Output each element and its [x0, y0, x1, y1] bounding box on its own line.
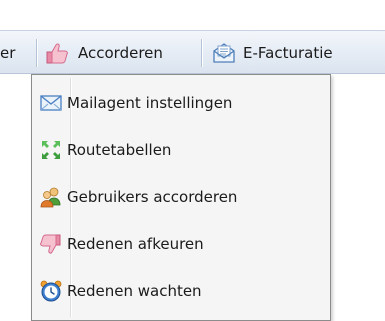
users-icon — [40, 187, 61, 208]
envelope-icon — [40, 95, 62, 111]
thumbs-down-icon — [40, 234, 61, 254]
menu-item-mailagent-instellingen[interactable]: Mailagent instellingen — [36, 84, 326, 122]
accorderen-label: Accorderen — [78, 44, 163, 62]
toolbar-separator — [201, 39, 202, 67]
accorderen-dropdown-menu: Mailagent instellingen Routetabellen Geb… — [31, 74, 331, 321]
efacturatie-button[interactable]: E-Facturatie — [205, 37, 380, 69]
arrows-expand-icon — [42, 141, 60, 159]
toolbar-button-partial[interactable]: er — [0, 37, 30, 69]
envelope-document-icon — [213, 43, 235, 63]
menu-item-gebruikers-accorderen[interactable]: Gebruikers accorderen — [36, 178, 326, 216]
menu-item-label: Routetabellen — [67, 141, 172, 159]
menu-item-redenen-wachten[interactable]: Redenen wachten — [36, 272, 326, 310]
window-top-area — [0, 0, 385, 30]
efacturatie-label: E-Facturatie — [243, 44, 333, 62]
toolbar-button-partial-label: er — [0, 44, 16, 62]
menu-item-routetabellen[interactable]: Routetabellen — [36, 131, 326, 169]
menu-item-label: Mailagent instellingen — [67, 94, 233, 112]
menu-item-label: Gebruikers accorderen — [67, 188, 238, 206]
toolbar-separator — [36, 39, 37, 67]
menu-item-label: Redenen wachten — [67, 282, 202, 300]
thumbs-up-icon — [46, 43, 68, 64]
menu-item-redenen-afkeuren[interactable]: Redenen afkeuren — [36, 225, 326, 263]
accorderen-button[interactable]: Accorderen — [38, 37, 198, 69]
alarm-clock-icon — [40, 280, 62, 302]
toolbar: er Accorderen E-Facturatie — [0, 30, 385, 74]
menu-item-label: Redenen afkeuren — [67, 235, 204, 253]
